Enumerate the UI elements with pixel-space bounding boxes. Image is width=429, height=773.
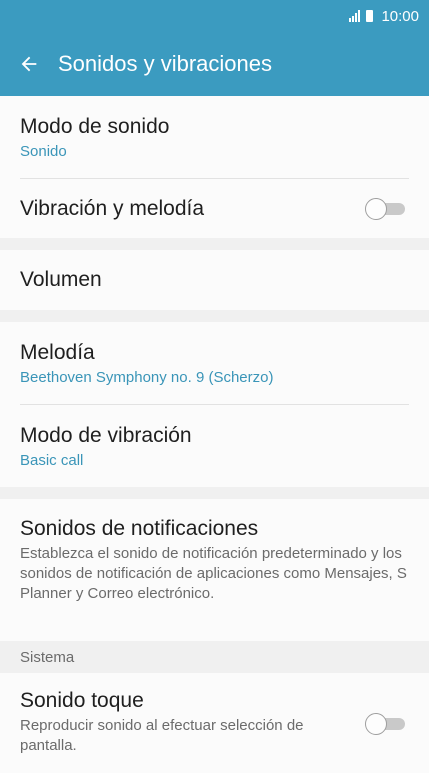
- ringtone-value: Beethoven Symphony no. 9 (Scherzo): [20, 368, 274, 386]
- app-bar: Sonidos y vibraciones: [0, 32, 429, 96]
- settings-group-system: Sonido toque Reproducir sonido al efectu…: [0, 673, 429, 773]
- signal-icon: [349, 10, 361, 22]
- vibration-pattern-value: Basic call: [20, 451, 84, 469]
- vibration-pattern-item[interactable]: Modo de vibración Basic call: [0, 405, 429, 487]
- settings-group-volume: Volumen: [0, 250, 429, 310]
- status-icons: 10:00: [349, 8, 419, 25]
- settings-group-ringtone: Melodía Beethoven Symphony no. 9 (Scherz…: [0, 322, 429, 487]
- ringtone-title: Melodía: [20, 340, 95, 364]
- section-header-system: Sistema: [0, 641, 429, 673]
- volume-item[interactable]: Volumen: [0, 250, 429, 310]
- section-gap: [0, 238, 429, 250]
- volume-title: Volumen: [20, 268, 102, 291]
- notification-sounds-item[interactable]: Sonidos de notificaciones Establezca el …: [0, 499, 429, 641]
- back-arrow-icon[interactable]: [18, 53, 40, 75]
- touch-sound-item[interactable]: Sonido toque Reproducir sonido al efectu…: [0, 673, 429, 773]
- page-title: Sonidos y vibraciones: [58, 51, 273, 76]
- touch-sound-desc: Reproducir sonido al efectuar selección …: [20, 717, 304, 754]
- sound-mode-item[interactable]: Modo de sonido Sonido: [0, 96, 429, 178]
- sound-mode-value: Sonido: [20, 142, 67, 160]
- status-bar: 10:00: [0, 0, 429, 32]
- vibrate-ring-toggle[interactable]: [365, 197, 409, 220]
- notification-sounds-desc: Establezca el sonido de notificación pre…: [20, 545, 407, 602]
- status-time: 10:00: [381, 7, 419, 25]
- notification-sounds-title: Sonidos de notificaciones: [20, 517, 259, 540]
- touch-sound-title: Sonido toque: [20, 689, 144, 712]
- vibrate-ring-item[interactable]: Vibración y melodía: [0, 179, 429, 238]
- touch-sound-toggle[interactable]: [365, 713, 409, 735]
- ringtone-item[interactable]: Melodía Beethoven Symphony no. 9 (Scherz…: [0, 322, 429, 404]
- vibration-pattern-title: Modo de vibración: [20, 423, 192, 447]
- vibrate-ring-title: Vibración y melodía: [20, 196, 205, 220]
- section-gap: [0, 487, 429, 499]
- battery-icon: [366, 10, 374, 22]
- sound-mode-title: Modo de sonido: [20, 114, 170, 138]
- section-gap: [0, 310, 429, 322]
- settings-group-notifications: Sonidos de notificaciones Establezca el …: [0, 499, 429, 641]
- settings-group-sound: Modo de sonido Sonido Vibración y melodí…: [0, 96, 429, 238]
